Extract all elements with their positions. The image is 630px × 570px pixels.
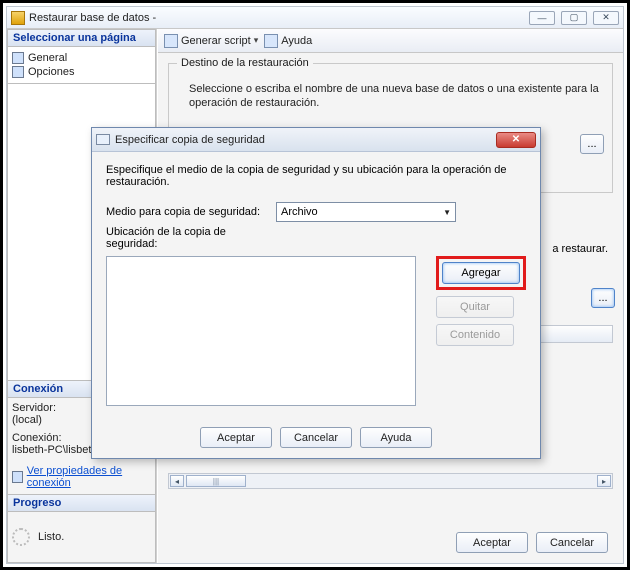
- dialog-ok-button[interactable]: Aceptar: [200, 427, 272, 448]
- sidebar-item-general[interactable]: General: [12, 51, 151, 65]
- chevron-down-icon: ▼: [443, 208, 451, 217]
- help-icon: [264, 34, 278, 48]
- minimize-button[interactable]: —: [529, 11, 555, 25]
- browse-button[interactable]: ...: [580, 134, 604, 154]
- main-titlebar: Restaurar base de datos - — ▢ ✕: [7, 7, 623, 29]
- window-title: Restaurar base de datos -: [29, 12, 529, 24]
- properties-icon: [12, 471, 23, 483]
- backup-location-label: Ubicación de la copia de seguridad:: [106, 226, 276, 250]
- page-icon: [12, 66, 24, 78]
- dialog-close-button[interactable]: ✕: [496, 132, 536, 148]
- scroll-thumb[interactable]: |||: [186, 475, 246, 487]
- sidebar-item-label: Opciones: [28, 66, 74, 78]
- scroll-right-icon[interactable]: ▸: [597, 475, 611, 487]
- backup-media-label: Medio para copia de seguridad:: [106, 206, 276, 218]
- maximize-button[interactable]: ▢: [561, 11, 587, 25]
- backup-media-value: Archivo: [281, 206, 318, 218]
- dialog-help-button[interactable]: Ayuda: [360, 427, 432, 448]
- progress-status: Listo.: [38, 531, 64, 543]
- horizontal-scrollbar[interactable]: ◂ ||| ▸: [168, 473, 613, 489]
- sidebar-item-opciones[interactable]: Opciones: [12, 65, 151, 79]
- dialog-cancel-button[interactable]: Cancelar: [280, 427, 352, 448]
- remove-button: Quitar: [436, 296, 514, 318]
- script-icon: [164, 34, 178, 48]
- toolbar-help[interactable]: Ayuda: [264, 34, 312, 48]
- group-description: Seleccione o escriba el nombre de una nu…: [189, 82, 602, 111]
- backup-location-listbox[interactable]: [106, 256, 416, 406]
- toolbar-generate-script[interactable]: Generar script ▾: [164, 34, 258, 48]
- view-connection-properties-link[interactable]: Ver propiedades de conexión: [27, 465, 151, 489]
- scroll-left-icon[interactable]: ◂: [170, 475, 184, 487]
- app-icon: [11, 11, 25, 25]
- dialog-intro: Especifique el medio de la copia de segu…: [106, 164, 526, 188]
- chevron-down-icon: ▾: [254, 35, 259, 46]
- partial-label-restaurar: a restaurar.: [552, 243, 608, 255]
- toolbar-script-label: Generar script: [181, 35, 251, 47]
- sidebar-select-page-header: Seleccionar una página: [8, 30, 155, 47]
- main-ok-button[interactable]: Aceptar: [456, 532, 528, 553]
- dialog-icon: [96, 134, 110, 145]
- content-button: Contenido: [436, 324, 514, 346]
- toolbar-help-label: Ayuda: [281, 35, 312, 47]
- sidebar-select-page-label: Seleccionar una página: [13, 32, 136, 44]
- sidebar-item-label: General: [28, 52, 67, 64]
- close-button[interactable]: ✕: [593, 11, 619, 25]
- browse-button[interactable]: ...: [591, 288, 615, 308]
- main-cancel-button[interactable]: Cancelar: [536, 532, 608, 553]
- specify-backup-dialog: Especificar copia de seguridad ✕ Especif…: [91, 127, 541, 459]
- sidebar-progress-label: Progreso: [13, 497, 61, 509]
- backup-media-select[interactable]: Archivo ▼: [276, 202, 456, 222]
- sidebar-connection-label: Conexión: [13, 383, 63, 395]
- dialog-title: Especificar copia de seguridad: [115, 134, 496, 146]
- page-icon: [12, 52, 24, 64]
- add-button[interactable]: Agregar: [442, 262, 520, 284]
- highlight-agregar: Agregar: [436, 256, 526, 290]
- sidebar-progress-header: Progreso: [8, 495, 155, 512]
- progress-spinner-icon: [12, 528, 30, 546]
- group-legend: Destino de la restauración: [177, 57, 313, 69]
